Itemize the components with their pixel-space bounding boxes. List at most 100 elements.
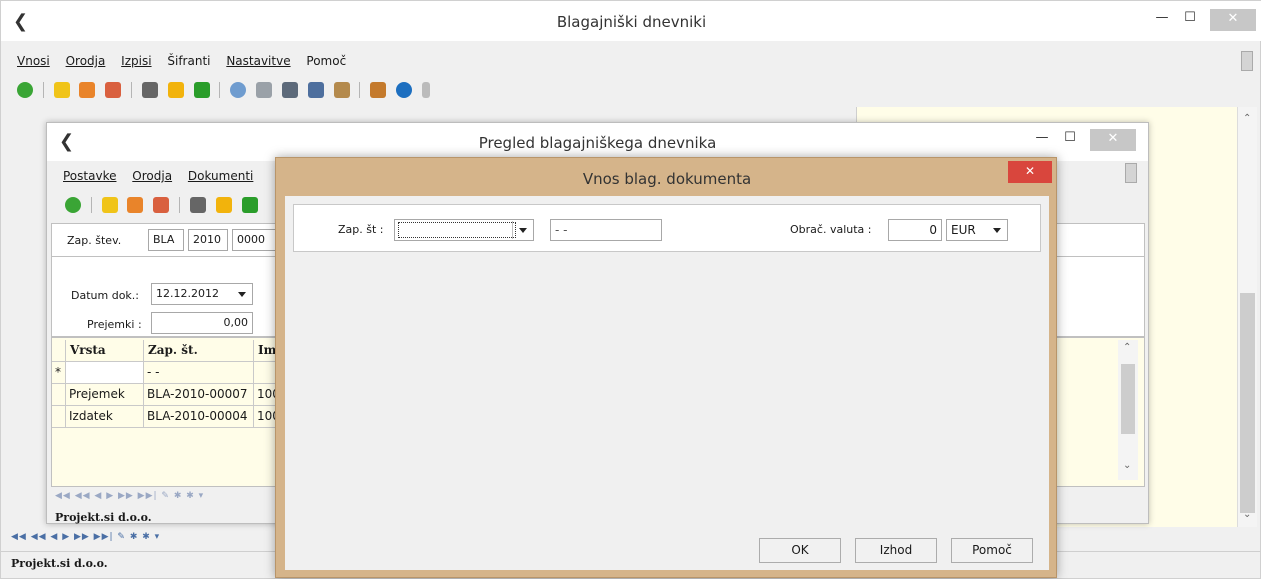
dialog-zap-mask-field[interactable]: - - — [550, 219, 662, 241]
grid-header-zap[interactable]: Zap. št. — [144, 340, 254, 362]
menu-item-sifranti[interactable]: Šifranti — [167, 54, 210, 68]
menu-item-orodja[interactable]: Orodja — [66, 54, 106, 68]
menu-item-nastavitve[interactable]: Nastavitve — [226, 54, 290, 68]
preview-minimize-icon[interactable]: — — [1029, 129, 1055, 149]
dialog-valuta-label: Obrač. valuta : — [790, 223, 872, 236]
preview-titlebar: ❮ Pregled blagajniškega dnevnika — ☐ ✕ — [47, 123, 1148, 161]
row-vrsta[interactable]: Izdatek — [66, 406, 144, 428]
menu-item-vnosi[interactable]: Vnosi — [17, 54, 50, 68]
chevron-down-icon[interactable] — [238, 292, 246, 297]
row-zap[interactable]: BLA-2010-00004 — [144, 406, 254, 428]
zap-prefix-field[interactable]: BLA — [148, 229, 184, 251]
preview-nav-bar[interactable]: ◀◀ ◀◀ ◀ ▶ ▶▶ ▶▶| ✎ ✱ ✱ ▾ — [55, 491, 204, 501]
toolbar-overflow-icon[interactable] — [421, 82, 430, 98]
refresh-icon[interactable] — [17, 82, 33, 98]
dialog-body: Zap. št : - - Obrač. valuta : 0 EUR OK I… — [285, 196, 1049, 570]
calculator-icon[interactable] — [141, 82, 158, 98]
close-icon[interactable]: ✕ — [1210, 9, 1256, 31]
toolbar-separator — [219, 82, 221, 98]
datum-field[interactable]: 12.12.2012 — [151, 283, 253, 305]
dialog-fields-panel: Zap. št : - - Obrač. valuta : 0 EUR — [293, 204, 1041, 252]
toolbar-separator — [131, 82, 133, 98]
grid-scroll-up-icon[interactable]: ⌃ — [1123, 342, 1131, 353]
edit-icon[interactable] — [79, 82, 96, 98]
new-row-vrsta[interactable] — [66, 362, 144, 384]
book-icon[interactable] — [333, 82, 350, 98]
preview-overflow-icon[interactable] — [1125, 163, 1137, 183]
undo-icon[interactable] — [241, 197, 258, 213]
dialog-valuta-combo[interactable]: EUR — [946, 219, 1008, 241]
dialog-close-icon[interactable]: ✕ — [1008, 161, 1052, 183]
main-nav-bar[interactable]: ◀◀ ◀◀ ◀ ▶ ▶▶ ▶▶| ✎ ✱ ✱ ▾ — [11, 532, 160, 542]
dialog-izhod-button[interactable]: Izhod — [855, 538, 937, 563]
search-icon[interactable] — [230, 82, 247, 98]
grid-scroll-thumb[interactable] — [1121, 364, 1135, 434]
new-row-marker: * — [52, 362, 66, 384]
new-row-zap[interactable]: - - — [144, 362, 254, 384]
row-marker — [52, 406, 66, 428]
chevron-down-icon[interactable] — [519, 228, 527, 233]
calculator-icon[interactable] — [189, 197, 206, 213]
prejemki-field[interactable]: 0,00 — [151, 312, 253, 334]
dialog-ok-button[interactable]: OK — [759, 538, 841, 563]
main-titlebar: ❮ Blagajniški dnevniki — ☐ ✕ — [1, 1, 1261, 41]
dialog-valuta-amount[interactable]: 0 — [888, 219, 942, 241]
scroll-up-icon[interactable]: ⌃ — [1243, 113, 1251, 124]
chevron-down-icon[interactable] — [993, 228, 1001, 233]
row-marker — [52, 384, 66, 406]
filter-icon[interactable] — [256, 82, 273, 98]
preview-maximize-icon[interactable]: ☐ — [1057, 129, 1083, 149]
refresh-icon[interactable] — [65, 197, 81, 213]
datum-value: 12.12.2012 — [156, 287, 219, 300]
delete-icon[interactable] — [153, 197, 170, 213]
grid-scrollbar[interactable]: ⌃ ⌄ — [1118, 340, 1138, 480]
menubar-overflow-icon[interactable] — [1241, 51, 1253, 71]
row-vrsta[interactable]: Prejemek — [66, 384, 144, 406]
grid-header-vrsta[interactable]: Vrsta — [66, 340, 144, 362]
lock-icon[interactable] — [167, 82, 184, 98]
dialog-zap-combo[interactable] — [394, 219, 534, 241]
zap-stev-label: Zap. štev. — [67, 234, 122, 247]
main-menubar: Vnosi Orodja Izpisi Šifranti Nastavitve … — [17, 54, 358, 68]
new-icon[interactable] — [53, 82, 70, 98]
help-icon[interactable] — [396, 82, 413, 98]
menu-item-orodja-preview[interactable]: Orodja — [132, 169, 172, 183]
scroll-thumb[interactable] — [1240, 293, 1255, 513]
zap-year-field[interactable]: 2010 — [188, 229, 228, 251]
lock-icon[interactable] — [215, 197, 232, 213]
exit-icon[interactable] — [370, 82, 387, 98]
dialog-zap-input[interactable] — [398, 222, 516, 238]
main-scrollbar[interactable]: ⌃ ⌄ — [1237, 107, 1257, 527]
dialog-title: Vnos blag. dokumenta — [582, 170, 752, 188]
delete-icon[interactable] — [105, 82, 122, 98]
scroll-down-icon[interactable]: ⌄ — [1243, 509, 1251, 520]
main-toolbar — [17, 82, 436, 98]
minimize-icon[interactable]: — — [1149, 9, 1175, 29]
main-window-title: Blagajniški dnevniki — [556, 13, 707, 31]
menu-item-izpisi[interactable]: Izpisi — [121, 54, 151, 68]
row-zap[interactable]: BLA-2010-00007 — [144, 384, 254, 406]
toolbar-separator — [90, 197, 92, 213]
dialog-zap-label: Zap. št : — [338, 223, 384, 236]
print-icon[interactable] — [281, 82, 298, 98]
combo-divider — [512, 221, 513, 239]
preview-close-icon[interactable]: ✕ — [1090, 129, 1136, 151]
toolbar-separator — [42, 82, 44, 98]
menu-item-pomoc[interactable]: Pomoč — [306, 54, 346, 68]
grid-scroll-down-icon[interactable]: ⌄ — [1123, 460, 1131, 471]
dialog-window: Vnos blag. dokumenta ✕ Zap. št : - - Obr… — [275, 157, 1057, 578]
new-icon[interactable] — [101, 197, 118, 213]
prejemki-label: Prejemki : — [87, 318, 142, 331]
preview-toolbar — [65, 197, 264, 213]
menu-item-postavke[interactable]: Postavke — [63, 169, 116, 183]
main-status-company: Projekt.si d.o.o. — [11, 557, 108, 570]
preview-status-company: Projekt.si d.o.o. — [55, 511, 152, 524]
undo-icon[interactable] — [193, 82, 210, 98]
toolbar-separator — [179, 197, 181, 213]
edit-icon[interactable] — [127, 197, 144, 213]
list-icon[interactable] — [307, 82, 324, 98]
maximize-icon[interactable]: ☐ — [1177, 9, 1203, 29]
dialog-pomoc-button[interactable]: Pomoč — [951, 538, 1033, 563]
preview-menubar: Postavke Orodja Dokumenti — [63, 169, 265, 183]
menu-item-dokumenti[interactable]: Dokumenti — [188, 169, 253, 183]
